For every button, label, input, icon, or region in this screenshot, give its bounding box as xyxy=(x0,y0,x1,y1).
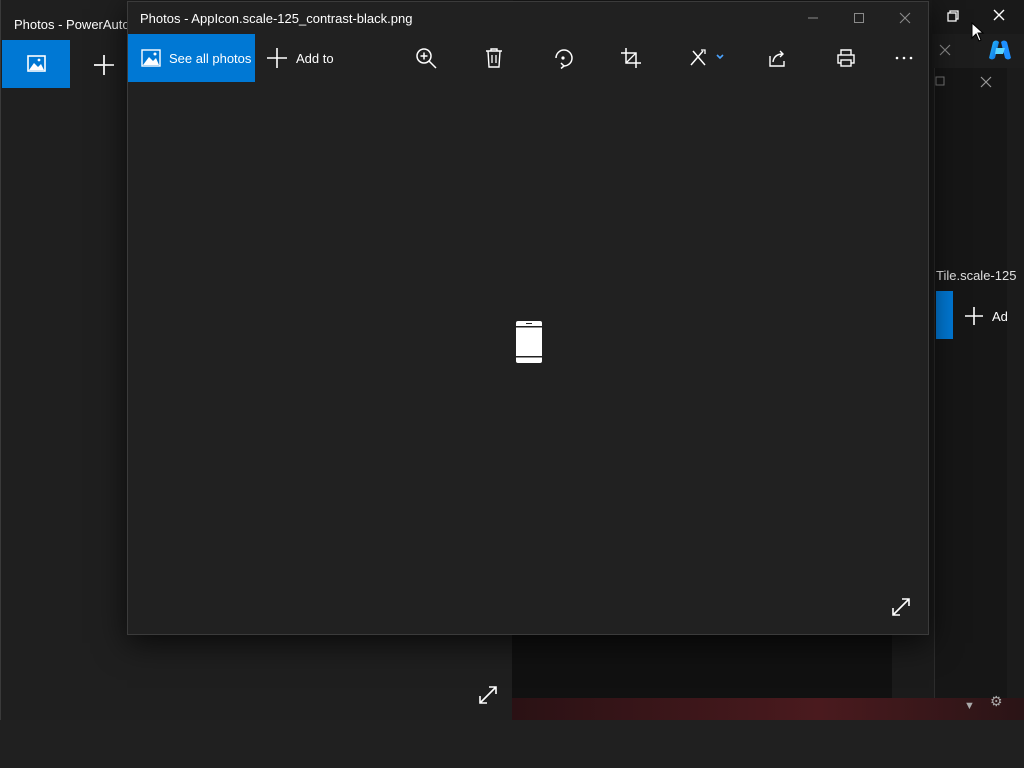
close-button[interactable] xyxy=(882,2,928,34)
zoom-in-icon xyxy=(416,48,437,69)
share-icon xyxy=(769,50,785,67)
close-icon xyxy=(980,76,992,88)
rotate-icon xyxy=(555,49,573,69)
crop-button[interactable] xyxy=(607,34,655,82)
add-to-label: Add to xyxy=(296,50,334,66)
plus-icon xyxy=(965,307,983,325)
trash-icon xyxy=(486,48,502,68)
zoom-button[interactable] xyxy=(402,34,450,82)
add-to-button[interactable]: Add to xyxy=(266,34,334,82)
background-add-button-fragment[interactable]: Ad xyxy=(964,306,1024,326)
photos-window[interactable]: Photos - AppIcon.scale-125_contrast-blac… xyxy=(127,1,929,635)
edit-icon xyxy=(690,49,724,66)
background-fullscreen-button[interactable] xyxy=(477,684,499,706)
background-close-button[interactable] xyxy=(992,8,1006,22)
share-button[interactable] xyxy=(754,34,802,82)
background-see-all-button-fragment[interactable] xyxy=(936,291,953,339)
more-options-button[interactable] xyxy=(880,34,928,82)
print-button[interactable] xyxy=(822,34,870,82)
crop-icon xyxy=(621,48,641,68)
maximize-icon xyxy=(854,13,864,23)
copilot-icon[interactable] xyxy=(987,38,1013,62)
photo-gallery-icon xyxy=(27,55,46,72)
plus-icon xyxy=(267,48,287,68)
close-icon xyxy=(993,9,1005,21)
expand-icon xyxy=(479,686,497,704)
plus-icon xyxy=(94,55,114,75)
background-restore-button[interactable] xyxy=(945,8,961,24)
background-add-button[interactable] xyxy=(93,54,115,76)
taskbar xyxy=(0,720,1024,768)
close-icon xyxy=(899,12,911,24)
background-see-all-photos-button[interactable] xyxy=(2,40,70,88)
fullscreen-button[interactable] xyxy=(890,596,912,618)
background-inner-maximize-button[interactable] xyxy=(935,76,945,86)
maximize-button[interactable] xyxy=(836,2,882,34)
delete-button[interactable] xyxy=(470,34,518,82)
expand-icon xyxy=(892,598,910,616)
gear-icon: ⚙ xyxy=(990,693,1003,709)
background-right-lower-panel xyxy=(512,634,892,698)
window-title: Photos - AppIcon.scale-125_contrast-blac… xyxy=(140,11,413,26)
background-add-label: Ad xyxy=(992,308,1008,324)
see-all-photos-label: See all photos xyxy=(169,50,252,66)
background-tab-close-button[interactable] xyxy=(939,44,951,56)
restore-icon xyxy=(947,10,959,22)
displayed-image xyxy=(516,321,542,363)
background-window-title: Photos - PowerAutom xyxy=(14,17,141,32)
photo-gallery-icon xyxy=(141,49,161,67)
chevron-down-icon: ▼ xyxy=(964,700,975,712)
background-window-filename: Tile.scale-125_ xyxy=(936,268,1016,283)
edit-create-button[interactable] xyxy=(679,34,737,82)
background-inner-close-button[interactable] xyxy=(980,76,992,88)
see-all-photos-button[interactable]: See all photos xyxy=(128,34,255,82)
close-icon xyxy=(939,44,951,56)
rotate-button[interactable] xyxy=(539,34,587,82)
phone-icon xyxy=(516,321,542,363)
minimize-button[interactable] xyxy=(790,2,836,34)
background-right-inner-window xyxy=(934,68,1007,698)
background-desktop-strip xyxy=(512,698,1024,720)
mouse-pointer-icon xyxy=(971,22,985,42)
more-icon xyxy=(895,56,913,60)
minimize-icon xyxy=(808,17,818,19)
maximize-icon xyxy=(935,76,945,86)
printer-icon xyxy=(837,49,855,67)
